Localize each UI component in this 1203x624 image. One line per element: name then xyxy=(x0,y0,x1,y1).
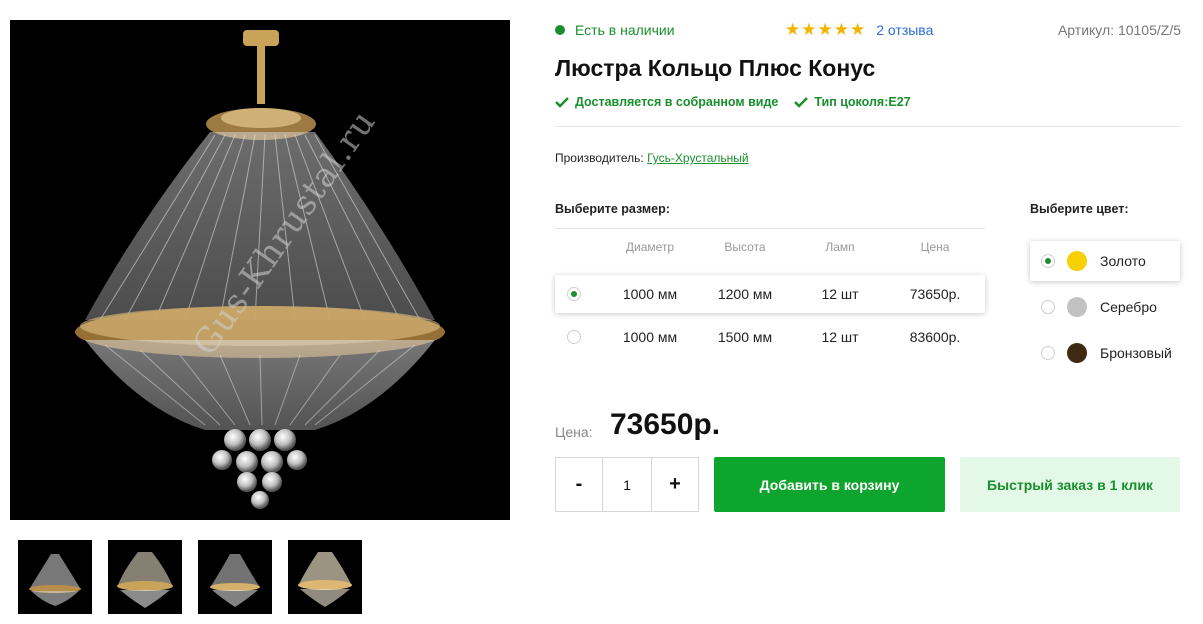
color-swatch xyxy=(1067,343,1087,363)
star-icon: ★ xyxy=(801,20,817,39)
size-lamps: 12 шт xyxy=(821,286,859,302)
quantity-stepper: - 1 + xyxy=(555,457,699,512)
color-radio[interactable] xyxy=(1041,346,1055,360)
color-swatch xyxy=(1067,297,1087,317)
feature-item: Тип цоколя:E27 xyxy=(794,95,911,109)
in-stock-dot-icon xyxy=(555,25,565,35)
color-name: Серебро xyxy=(1100,299,1157,315)
color-option-gold[interactable]: Золото xyxy=(1030,241,1180,281)
quantity-decrease-button[interactable]: - xyxy=(556,458,602,511)
quantity-input[interactable]: 1 xyxy=(602,458,652,511)
color-radio[interactable] xyxy=(1041,300,1055,314)
product-title: Люстра Кольцо Плюс Конус xyxy=(555,55,876,81)
reviews-link[interactable]: 2 отзыва xyxy=(876,22,933,38)
header-diameter: Диаметр xyxy=(625,240,675,254)
color-name: Бронзовый xyxy=(1100,345,1172,361)
star-icon: ★ xyxy=(850,20,866,39)
color-name: Золото xyxy=(1100,253,1146,269)
divider xyxy=(555,228,985,229)
check-icon xyxy=(794,97,809,108)
thumbnail-2[interactable] xyxy=(108,540,182,614)
color-swatch xyxy=(1067,251,1087,271)
star-icon: ★ xyxy=(817,20,833,39)
header-height: Высота xyxy=(724,240,766,254)
quantity-increase-button[interactable]: + xyxy=(652,458,698,511)
size-row[interactable]: 1000 мм 1200 мм 12 шт 73650р. xyxy=(555,275,985,313)
price-label: Цена: xyxy=(555,424,593,440)
color-radio[interactable] xyxy=(1041,254,1055,268)
size-section-label: Выберите размер: xyxy=(555,202,670,216)
thumbnail-1[interactable] xyxy=(18,540,92,614)
color-section-label: Выберите цвет: xyxy=(1030,202,1129,216)
feature-label: Тип цоколя:E27 xyxy=(814,95,911,109)
header-price: Цена xyxy=(920,240,950,254)
thumbnail-3[interactable] xyxy=(198,540,272,614)
product-main-image[interactable]: Gus-Khrustal.ru xyxy=(10,20,510,520)
feature-label: Доставляется в собранном виде xyxy=(575,95,779,109)
add-to-cart-button[interactable]: Добавить в корзину xyxy=(714,457,945,512)
star-icon: ★ xyxy=(785,20,801,39)
price-value: 73650р. xyxy=(610,408,721,441)
size-price: 73650р. xyxy=(909,286,961,302)
manufacturer-label: Производитель: xyxy=(555,151,644,165)
rating: ★ ★ ★ ★ ★ 2 отзыва xyxy=(785,20,933,40)
color-option-bronze[interactable]: Бронзовый xyxy=(1030,333,1180,373)
size-lamps: 12 шт xyxy=(821,329,859,345)
size-diameter: 1000 мм xyxy=(622,329,678,345)
size-row[interactable]: 1000 мм 1500 мм 12 шт 83600р. xyxy=(555,318,985,356)
quick-order-button[interactable]: Быстрый заказ в 1 клик xyxy=(960,457,1180,512)
size-height: 1200 мм xyxy=(717,286,773,302)
stock-status: Есть в наличии xyxy=(555,22,675,38)
size-price: 83600р. xyxy=(909,329,961,345)
size-height: 1500 мм xyxy=(717,329,773,345)
feature-item: Доставляется в собранном виде xyxy=(555,95,778,109)
header-lamps: Ламп xyxy=(825,240,855,254)
thumbnail-strip xyxy=(18,540,362,614)
thumbnail-4[interactable] xyxy=(288,540,362,614)
color-option-silver[interactable]: Серебро xyxy=(1030,287,1180,327)
manufacturer: Производитель: Гусь-Хрустальный xyxy=(555,151,749,165)
check-icon xyxy=(555,97,569,108)
stock-status-text: Есть в наличии xyxy=(575,22,675,38)
size-diameter: 1000 мм xyxy=(622,286,678,302)
size-table-header: Диаметр Высота Ламп Цена xyxy=(555,240,985,254)
product-sku: Артикул: 10105/Z/5 xyxy=(1057,22,1181,38)
feature-list: Доставляется в собранном виде Тип цоколя… xyxy=(555,95,911,109)
size-radio[interactable] xyxy=(567,330,581,344)
size-radio[interactable] xyxy=(567,287,581,301)
manufacturer-link[interactable]: Гусь-Хрустальный xyxy=(647,151,748,165)
star-icon: ★ xyxy=(833,20,849,39)
divider xyxy=(555,126,1181,127)
